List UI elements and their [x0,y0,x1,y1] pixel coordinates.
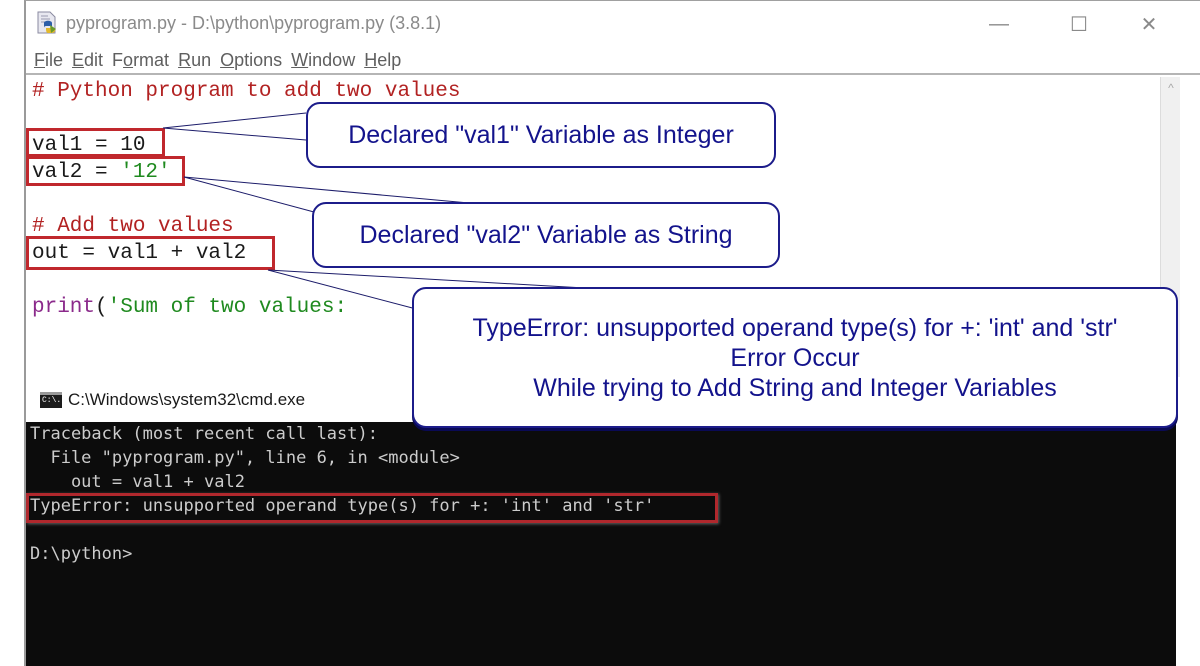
close-icon: ✕ [1140,13,1158,36]
console-prompt: D:\python> [30,544,133,564]
callout-val1: Declared "val1" Variable as Integer [306,102,776,168]
menu-file[interactable]: File [34,50,63,71]
menu-help[interactable]: Help [364,50,401,71]
callout-error-line-2: Error Occur [730,343,860,372]
python-file-icon [37,11,56,34]
menu-accelerator: o [123,49,134,70]
cmd-icon-label: C:\. [42,396,62,405]
window-title: pyprogram.py - D:\python\pyprogram.py (3… [66,13,442,33]
minimize-button[interactable]: — [976,9,1022,39]
highlight-val2 [26,156,185,186]
menu-accelerator: E [72,49,85,70]
title-bar[interactable]: pyprogram.py - D:\python\pyprogram.py (3… [26,1,1200,47]
menu-window[interactable]: Window [291,50,355,71]
close-button[interactable]: ✕ [1126,9,1172,39]
console-output[interactable]: Traceback (most recent call last): File … [26,422,1176,666]
menu-bar: File Edit Format Run Options Window Help [26,47,1200,75]
scroll-up-icon[interactable]: ^ [1164,82,1178,94]
menu-accelerator: R [178,49,192,70]
highlight-val1 [26,128,165,157]
menu-accelerator: W [291,49,309,70]
callout-error-line-3: While trying to Add String and Integer V… [533,373,1057,402]
menu-accelerator: O [220,49,235,70]
highlight-out [26,236,275,270]
console-line: File "pyprogram.py", line 6, in <module> [30,448,460,468]
maximize-icon: ☐ [1070,13,1088,36]
menu-run[interactable]: Run [178,50,211,71]
menu-accelerator: F [34,49,45,70]
maximize-button[interactable]: ☐ [1056,9,1102,39]
code-line-9: print('Sum of two values: [32,295,347,321]
menu-edit[interactable]: Edit [72,50,103,71]
callout-val2: Declared "val2" Variable as String [312,202,780,268]
console-line: out = val1 + val2 [30,472,245,492]
cmd-title: C:\Windows\system32\cmd.exe [68,390,306,409]
cmd-icon: C:\. [40,392,62,408]
menu-accelerator: H [364,49,378,70]
console-line: Traceback (most recent call last): [30,424,378,444]
code-string: 'Sum of two values: [107,296,348,319]
code-paren: ( [95,296,108,319]
highlight-error [26,493,718,523]
callout-error: TypeError: unsupported operand type(s) f… [412,287,1178,428]
minimize-icon: — [989,12,1009,35]
code-builtin: print [32,296,96,319]
menu-format[interactable]: Format [112,50,169,71]
callout-error-line-1: TypeError: unsupported operand type(s) f… [472,313,1118,342]
menu-options[interactable]: Options [220,50,282,71]
